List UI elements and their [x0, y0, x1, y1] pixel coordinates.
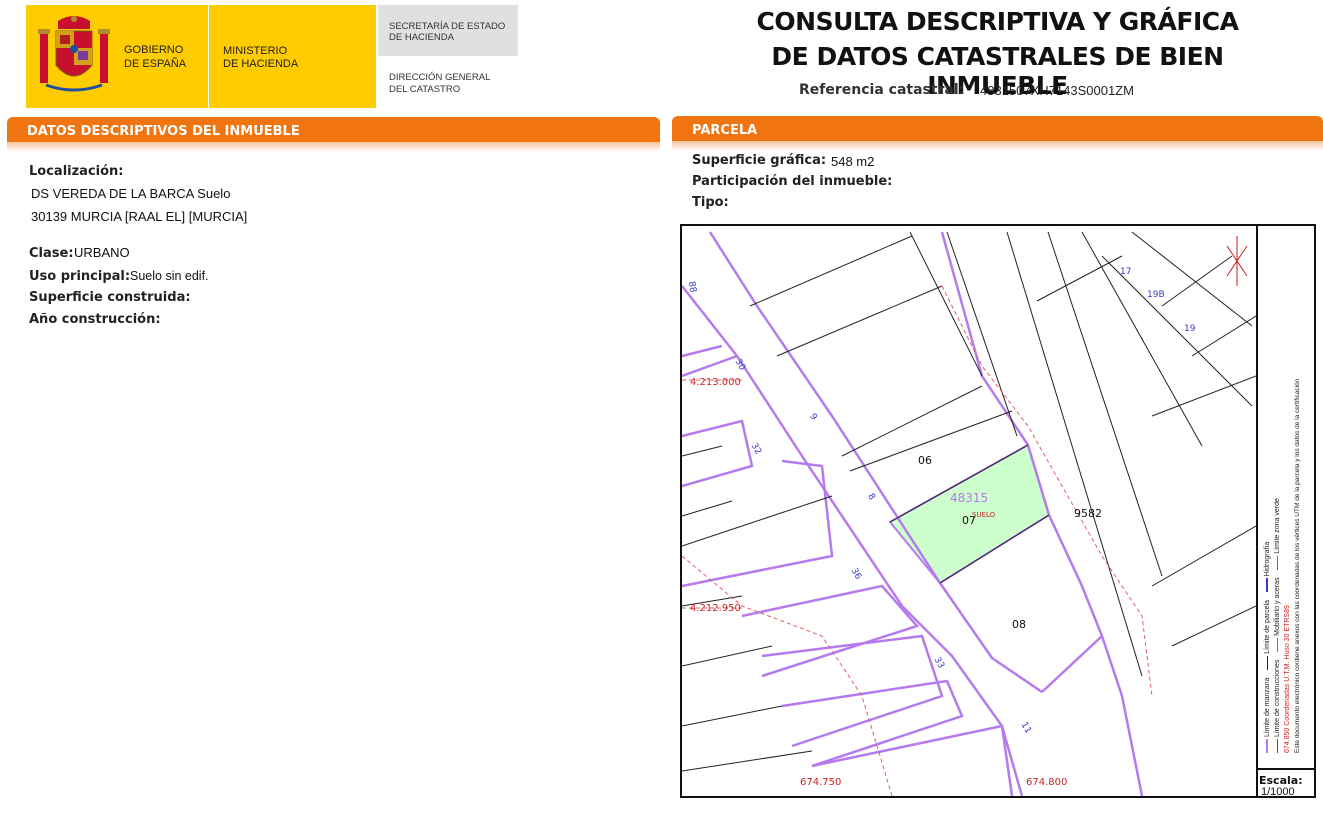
- scale-value: 1/1000: [1261, 786, 1295, 798]
- street-number-17: 17: [1120, 267, 1132, 277]
- localizacion-label: Localización:: [29, 164, 124, 179]
- scale-divider: [1256, 768, 1316, 770]
- map-legend: Límite de manzana Límite de parcela Hidr…: [1262, 232, 1308, 753]
- secretaria-line2: DE HACIENDA: [389, 32, 454, 43]
- secretaria-line1: SECRETARÍA DE ESTADO: [389, 21, 506, 32]
- ministry-line1: MINISTERIO: [223, 45, 288, 57]
- ref-catastral-label: Referencia catastral:: [799, 82, 965, 98]
- manzana-number: 48315: [950, 491, 989, 505]
- localizacion-line2: 30139 MURCIA [RAAL EL] [MURCIA]: [31, 209, 248, 224]
- gov-line1: GOBIERNO: [124, 44, 184, 56]
- localizacion-line1: DS VEREDA DE LA BARCA Suelo: [31, 186, 231, 201]
- header-separator: [208, 5, 209, 108]
- secretaria-block: SECRETARÍA DE ESTADO DE HACIENDA: [378, 5, 518, 56]
- coat-of-arms-icon: [38, 16, 110, 92]
- legend-manzana: Límite de manzana: [1264, 677, 1271, 738]
- participacion-label: Participación del inmueble:: [692, 174, 893, 189]
- coord-y-label-1: 4.213.000: [690, 377, 741, 388]
- parcel-number-06: 06: [918, 454, 932, 467]
- legend-mobiliario: Mobiliario y aceras: [1274, 577, 1281, 636]
- superficie-grafica-value: 548 m2: [831, 154, 875, 169]
- legend-construcciones: Límite de construcciones: [1274, 659, 1281, 738]
- superficie-construida-label: Superficie construida:: [29, 290, 191, 305]
- legend-divider: [1256, 224, 1258, 798]
- street-number-19b: 19B: [1147, 290, 1165, 300]
- cadastral-map[interactable]: 06 07 08 9582 48315 SUELO 30 32 36 33 11…: [680, 224, 1316, 798]
- section-fade: [7, 142, 660, 152]
- direccion-line2: DEL CATASTRO: [389, 84, 461, 95]
- parcel-number-9582: 9582: [1074, 507, 1102, 520]
- legend-zona-verde: Límite zona verde: [1274, 498, 1281, 554]
- tipo-label: Tipo:: [692, 195, 729, 210]
- uso-value: Suelo sin edif.: [130, 269, 209, 283]
- coord-x-label-1: 674.750: [800, 777, 842, 788]
- parcel-type-label: SUELO: [972, 511, 996, 519]
- legend-parcela: Límite de parcela: [1264, 600, 1271, 654]
- direccion-line1: DIRECCIÓN GENERAL: [389, 72, 491, 83]
- datos-descriptivos-heading: DATOS DESCRIPTIVOS DEL INMUEBLE: [7, 117, 660, 142]
- gov-line2: DE ESPAÑA: [124, 58, 187, 70]
- section-fade: [672, 141, 1323, 151]
- clase-label: Clase:: [29, 246, 74, 261]
- legend-utm: 674.850 Coordenadas U.T.M. Huso 30 ETRS8…: [1284, 605, 1291, 753]
- parcela-heading: PARCELA: [672, 116, 1323, 141]
- coord-y-label-2: 4.212.950: [690, 603, 741, 614]
- government-logo-block: GOBIERNO DE ESPAÑA MINISTERIO DE HACIEND…: [26, 5, 376, 108]
- ministry-line2: DE HACIENDA: [223, 58, 299, 70]
- legend-hidrografia: Hidrografía: [1264, 541, 1271, 577]
- north-arrow-icon: [1226, 236, 1248, 286]
- uso-label: Uso principal:: [29, 269, 131, 284]
- coord-x-label-2: 674.800: [1026, 777, 1068, 788]
- street-number-88: 88: [685, 280, 698, 294]
- ref-catastral-value: 4831507XH7143S0001ZM: [980, 83, 1134, 98]
- page-title-line1: CONSULTA DESCRIPTIVA Y GRÁFICA: [756, 7, 1239, 36]
- map-drawing: [682, 231, 1256, 796]
- clase-value: URBANO: [74, 245, 130, 260]
- parcel-number-08: 08: [1012, 618, 1026, 631]
- legend-note: Este documento electrónico contiene anex…: [1294, 378, 1301, 753]
- anio-construccion-label: Año construcción:: [29, 312, 161, 327]
- superficie-grafica-label: Superficie gráfica:: [692, 153, 827, 168]
- street-number-19: 19: [1184, 324, 1196, 334]
